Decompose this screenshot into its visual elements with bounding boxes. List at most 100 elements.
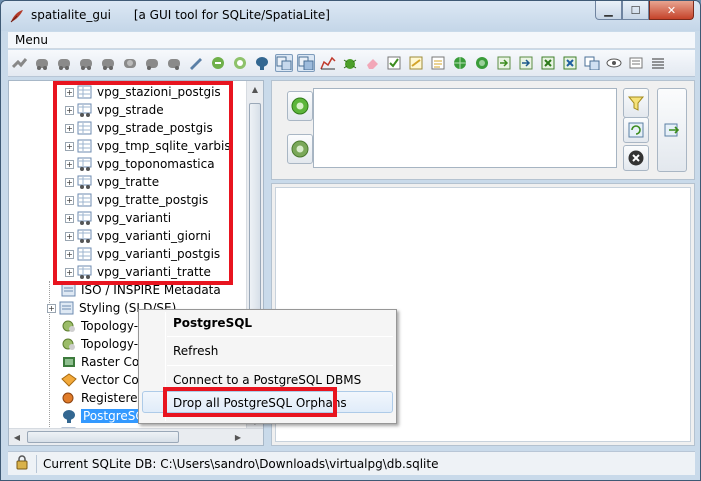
- expand-icon[interactable]: +: [65, 231, 74, 241]
- memory-db-icon[interactable]: [77, 54, 95, 72]
- expand-icon[interactable]: +: [65, 249, 74, 259]
- table-icon: [77, 247, 93, 261]
- chart-icon[interactable]: [319, 54, 337, 72]
- tree-item-table[interactable]: + vpg_varianti_giorni: [65, 227, 211, 245]
- table-icon: [77, 85, 93, 99]
- grid-icon[interactable]: [583, 54, 601, 72]
- window-controls: ▁ ☐ ✕: [595, 1, 694, 20]
- tree-item-label: Vector Cov: [81, 373, 146, 387]
- close-button[interactable]: ✕: [649, 1, 694, 20]
- table-icon: [77, 175, 93, 189]
- expand-icon[interactable]: +: [65, 267, 74, 277]
- expand-icon[interactable]: +: [65, 105, 74, 115]
- tree-item-group[interactable]: ISO / INSPIRE Metadata: [61, 281, 221, 299]
- minimize-button[interactable]: ▁: [595, 1, 622, 20]
- scroll-left-icon[interactable]: ◀: [9, 429, 25, 445]
- tree-item-table[interactable]: + vpg_varianti: [65, 209, 171, 227]
- tree-item-table[interactable]: + vpg_stazioni_postgis: [65, 83, 221, 101]
- export-arrow-icon: [664, 123, 680, 137]
- postgresql-icon[interactable]: [253, 54, 271, 72]
- tree-item-label: Raster Cov: [81, 355, 147, 369]
- check-icon[interactable]: [385, 54, 403, 72]
- green-circle-icon: [291, 140, 309, 158]
- tree-item-group[interactable]: Topology-: [61, 335, 138, 353]
- menu-item-drop-orphans[interactable]: Drop all PostgreSQL Orphans: [173, 396, 347, 410]
- hand-icon[interactable]: [627, 54, 645, 72]
- tree-item-label: vpg_strade: [97, 103, 164, 117]
- tree-item-group[interactable]: Raster Cov: [61, 353, 146, 371]
- globe-icon[interactable]: [451, 54, 469, 72]
- srid-icon[interactable]: [429, 54, 447, 72]
- export-icon[interactable]: [121, 54, 139, 72]
- refresh-button[interactable]: [623, 117, 649, 143]
- export-result-button[interactable]: [657, 88, 687, 172]
- main-window: spatialite_gui [a GUI tool for SQLite/Sp…: [0, 0, 701, 481]
- menu-item-connect-postgresql[interactable]: Connect to a PostgreSQL DBMS: [173, 373, 361, 387]
- tree-item-table[interactable]: + vpg_tratte: [65, 173, 159, 191]
- list-icon[interactable]: [649, 54, 667, 72]
- tree-item-table[interactable]: + vpg_tratte_postgis: [65, 191, 208, 209]
- clear-button[interactable]: [623, 145, 649, 171]
- export-table-icon[interactable]: [517, 54, 535, 72]
- expand-icon[interactable]: +: [65, 159, 74, 169]
- layers-icon[interactable]: [407, 54, 425, 72]
- tree-item-group[interactable]: Registered: [61, 389, 145, 407]
- tree-item-label: vpg_varianti: [97, 211, 172, 225]
- tree-item-label: Registered: [81, 391, 146, 405]
- table-icon: [77, 157, 93, 171]
- xl-icon[interactable]: [539, 54, 557, 72]
- scroll-up-icon[interactable]: ▲: [247, 81, 263, 97]
- map-icon[interactable]: [473, 54, 491, 72]
- load-dbf-icon[interactable]: [209, 54, 227, 72]
- tree-mode-icon[interactable]: [275, 54, 293, 72]
- import-icon[interactable]: [495, 54, 513, 72]
- expand-icon[interactable]: +: [65, 123, 74, 133]
- tree-item-table[interactable]: + vpg_varianti_postgis: [65, 245, 220, 263]
- tree-item-group[interactable]: Topology-: [61, 317, 138, 335]
- history-button[interactable]: [287, 134, 313, 164]
- new-db-icon[interactable]: [55, 54, 73, 72]
- tree-item-label: vpg_tratte_postgis: [97, 193, 209, 207]
- maximize-button[interactable]: ☐: [622, 1, 649, 20]
- sql-input[interactable]: [313, 88, 617, 168]
- execute-sql-button[interactable]: [287, 91, 313, 121]
- menu-item-refresh[interactable]: Refresh: [173, 344, 218, 358]
- tree-item-group[interactable]: Vector Cov: [61, 371, 146, 389]
- expand-icon[interactable]: +: [65, 177, 74, 187]
- tree-horizontal-scrollbar[interactable]: ◀ ▶: [9, 428, 263, 445]
- tree-item-table[interactable]: + vpg_strade_postgis: [65, 119, 213, 137]
- title-bar[interactable]: spatialite_gui [a GUI tool for SQLite/Sp…: [1, 1, 700, 31]
- tree-mode-alt-icon[interactable]: [297, 54, 315, 72]
- expand-icon[interactable]: +: [65, 213, 74, 223]
- tree-item-table[interactable]: + vpg_varianti_tratte: [65, 263, 211, 281]
- hscroll-thumb[interactable]: [27, 431, 179, 443]
- tree-item-table[interactable]: + vpg_strade: [65, 101, 164, 119]
- expand-icon[interactable]: +: [65, 195, 74, 205]
- virtual-shp-icon[interactable]: [231, 54, 249, 72]
- menu-item-menu[interactable]: Menu: [15, 33, 48, 47]
- table-icon: [77, 211, 93, 225]
- xls-icon[interactable]: [561, 54, 579, 72]
- tree-item-table[interactable]: + vpg_toponomastica: [65, 155, 215, 173]
- eraser-icon[interactable]: [363, 54, 381, 72]
- status-bar: Current SQLite DB: C:\Users\sandro\Downl…: [8, 451, 695, 475]
- eye-icon[interactable]: [605, 54, 623, 72]
- scroll-right-icon[interactable]: ▶: [230, 429, 246, 445]
- expand-icon[interactable]: +: [47, 303, 56, 313]
- menu-bar: Menu: [8, 32, 695, 49]
- close-circle-icon: [628, 150, 644, 166]
- vacuum-icon[interactable]: [143, 54, 161, 72]
- sql-script-icon[interactable]: [165, 54, 183, 72]
- connect-icon[interactable]: [11, 54, 29, 72]
- table-icon: [77, 229, 93, 243]
- disconnect-icon[interactable]: [33, 54, 51, 72]
- expand-icon[interactable]: +: [65, 87, 74, 97]
- bug-icon[interactable]: [341, 54, 359, 72]
- load-shp-icon[interactable]: [187, 54, 205, 72]
- filter-button[interactable]: [623, 88, 649, 118]
- lock-icon: [14, 454, 30, 473]
- refresh-icon: [628, 122, 644, 138]
- save-icon[interactable]: [99, 54, 117, 72]
- expand-icon[interactable]: +: [65, 141, 74, 151]
- tree-item-table[interactable]: + vpg_tmp_sqlite_varbis: [65, 137, 231, 155]
